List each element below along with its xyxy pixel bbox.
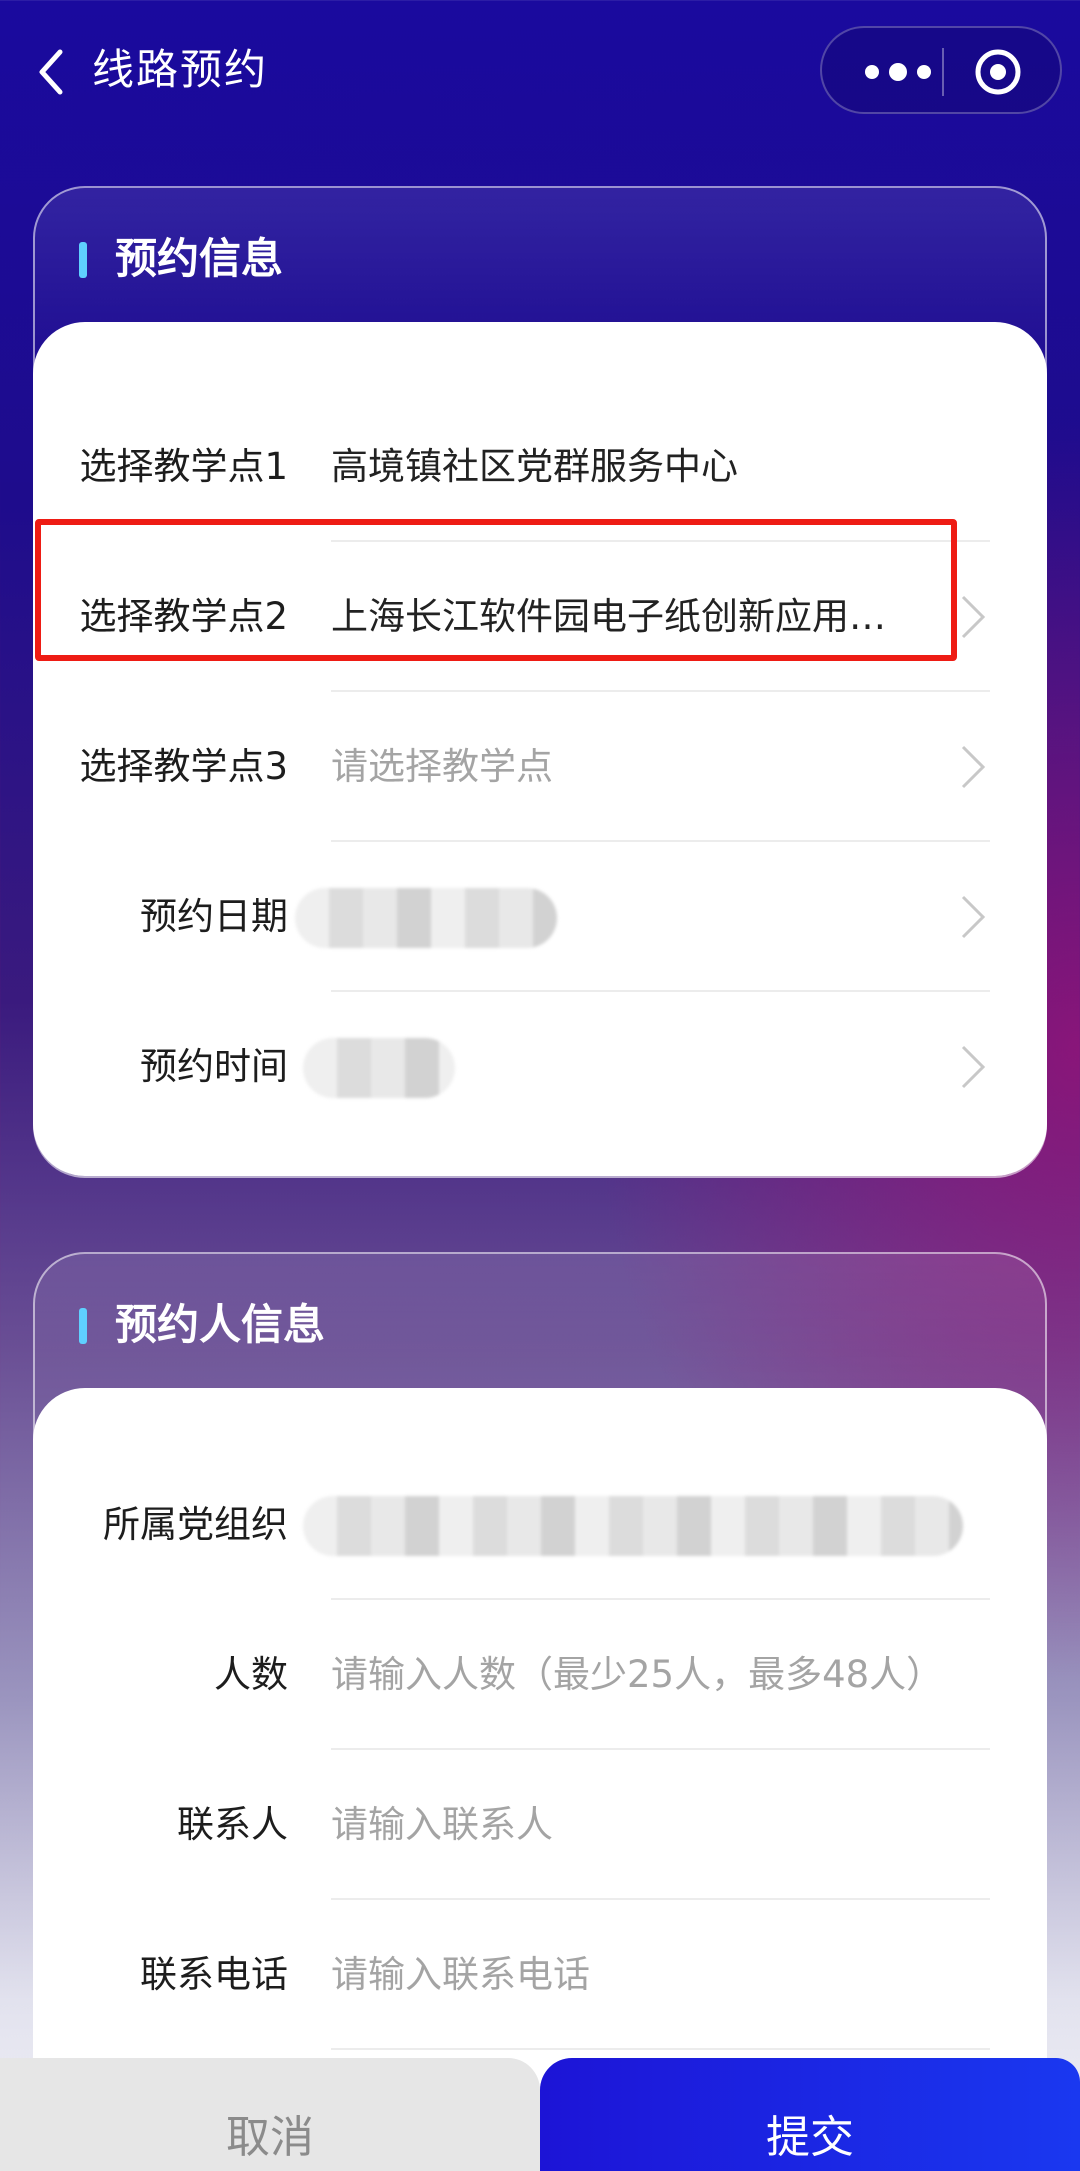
contact-person-input[interactable]: 请输入联系人 xyxy=(331,1750,971,1900)
mini-program-capsule xyxy=(820,26,1062,114)
contact-phone-label: 联系电话 xyxy=(140,1953,288,1996)
submit-button[interactable]: 提交 xyxy=(540,2058,1080,2171)
applicant-section-title: 预约人信息 xyxy=(115,1300,326,1349)
chevron-left-icon[interactable] xyxy=(30,44,74,100)
contact-person-row: 联系人 请输入联系人 xyxy=(33,1750,1047,1900)
headcount-input[interactable]: 请输入人数（最少25人，最多48人） xyxy=(331,1600,971,1750)
cancel-button[interactable]: 取消 xyxy=(0,2058,540,2171)
more-dots-icon[interactable] xyxy=(858,56,938,88)
party-organization-label: 所属党组织 xyxy=(103,1503,288,1546)
section-accent-bar xyxy=(79,1308,87,1344)
booking-date-value-blurred[interactable] xyxy=(295,888,557,948)
booking-section-title: 预约信息 xyxy=(115,234,284,283)
headcount-label: 人数 xyxy=(214,1653,288,1696)
contact-phone-input[interactable]: 请输入联系电话 xyxy=(331,1900,971,2050)
booking-time-label: 预约时间 xyxy=(140,1045,288,1088)
submit-button-label: 提交 xyxy=(766,2112,854,2163)
capsule-divider xyxy=(942,48,944,96)
section-accent-bar xyxy=(79,242,87,278)
navigation-bar: 线路预约 xyxy=(0,0,1080,140)
cancel-button-label: 取消 xyxy=(226,2112,314,2163)
headcount-row: 人数 请输入人数（最少25人，最多48人） xyxy=(33,1600,1047,1750)
contact-person-label: 联系人 xyxy=(177,1803,288,1846)
chevron-right-icon[interactable] xyxy=(959,743,987,791)
contact-phone-row: 联系电话 请输入联系电话 xyxy=(33,1900,1047,2050)
applicant-form: 所属党组织 人数 请输入人数（最少25人，最多48人） 联系人 请输入联系人 联… xyxy=(33,1388,1047,2171)
party-organization-row[interactable]: 所属党组织 xyxy=(33,1450,1047,1600)
highlight-box xyxy=(35,519,957,661)
booking-date-label: 预约日期 xyxy=(140,895,288,938)
teaching-point-3-select[interactable]: 请选择教学点 xyxy=(331,692,971,842)
target-circle-icon[interactable] xyxy=(974,48,1022,96)
booking-date-row[interactable]: 预约日期 xyxy=(33,842,1047,992)
booking-time-row[interactable]: 预约时间 xyxy=(33,992,1047,1142)
chevron-right-icon[interactable] xyxy=(959,1043,987,1091)
booking-time-value-blurred[interactable] xyxy=(303,1038,455,1098)
party-organization-value-blurred[interactable] xyxy=(303,1496,963,1556)
booking-form: 选择教学点1 高境镇社区党群服务中心 选择教学点2 上海长江软件园电子纸创新应用… xyxy=(33,322,1047,1176)
row-divider xyxy=(331,2048,990,2050)
page-title: 线路预约 xyxy=(92,45,269,94)
chevron-right-icon[interactable] xyxy=(959,893,987,941)
teaching-point-3-label: 选择教学点3 xyxy=(79,745,288,788)
teaching-point-3-row[interactable]: 选择教学点3 请选择教学点 xyxy=(33,692,1047,842)
chevron-right-icon[interactable] xyxy=(959,593,987,641)
